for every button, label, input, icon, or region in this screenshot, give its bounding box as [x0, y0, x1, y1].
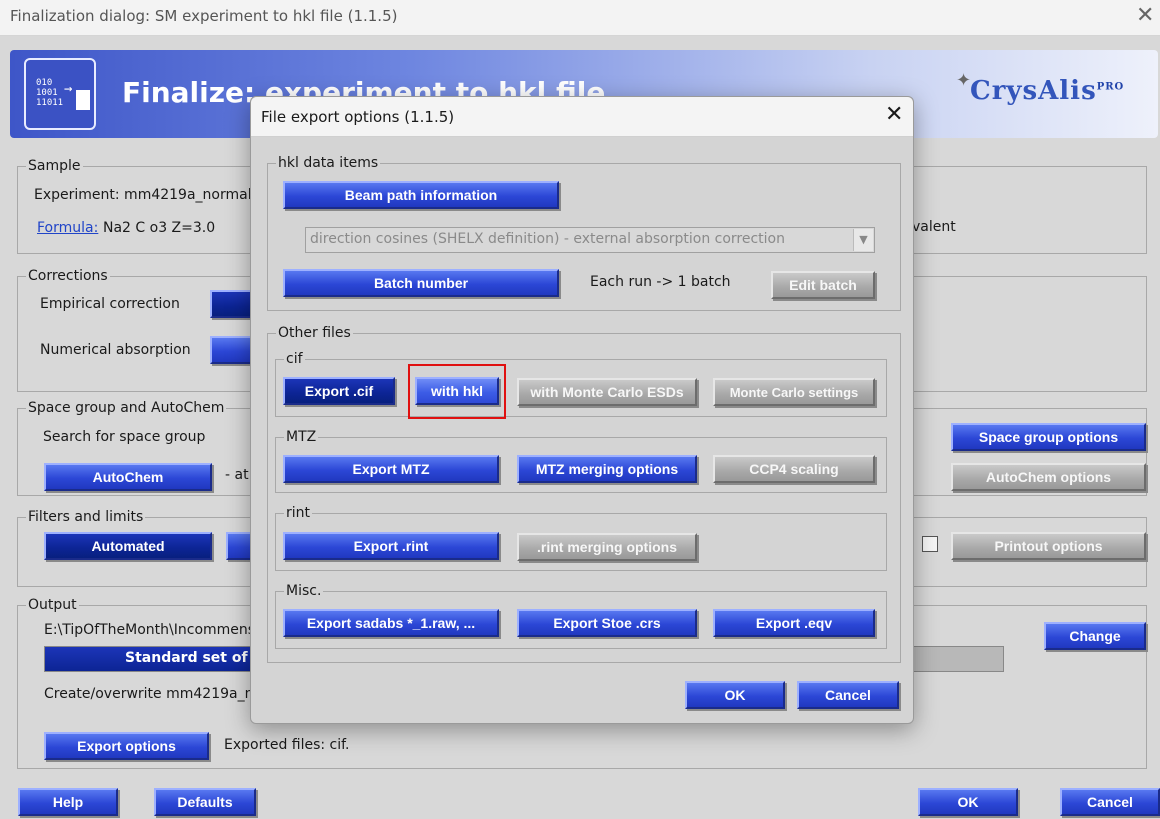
brand-sup: PRO	[1096, 81, 1125, 93]
autochem-options-button[interactable]: AutoChem options	[951, 463, 1146, 491]
autochem-button[interactable]: AutoChem	[44, 463, 212, 491]
edit-batch-button[interactable]: Edit batch	[771, 271, 875, 299]
dialog-ok-button[interactable]: OK	[685, 681, 785, 709]
window-titlebar: Finalization dialog: SM experiment to hk…	[0, 0, 1160, 36]
brand-logo: CrysAlisPRO	[970, 76, 1124, 106]
autochem-status-label: - at	[225, 467, 249, 483]
defaults-button[interactable]: Defaults	[154, 788, 256, 816]
batch-number-button[interactable]: Batch number	[283, 269, 559, 297]
brand-sparkle-icon: ✦	[956, 70, 972, 91]
filters-legend: Filters and limits	[28, 509, 144, 525]
sample-legend: Sample	[28, 158, 81, 174]
export-eqv-button[interactable]: Export .eqv	[713, 609, 875, 637]
filters-checkbox[interactable]	[922, 536, 938, 552]
equivalent-label: valent	[912, 219, 956, 235]
dialog-titlebar: File export options (1.1.5) ✕	[251, 97, 913, 137]
export-rint-button[interactable]: Export .rint	[283, 532, 499, 560]
ccp4-scaling-button[interactable]: CCP4 scaling	[713, 455, 875, 483]
dialog-close-icon[interactable]: ✕	[885, 102, 903, 127]
export-mtz-button[interactable]: Export MTZ	[283, 455, 499, 483]
ok-button[interactable]: OK	[918, 788, 1018, 816]
spacegroup-options-button[interactable]: Space group options	[951, 423, 1146, 451]
output-legend: Output	[28, 597, 77, 613]
export-cif-button[interactable]: Export .cif	[283, 377, 395, 405]
with-monte-carlo-button[interactable]: with Monte Carlo ESDs	[517, 378, 697, 406]
misc-legend: Misc.	[286, 583, 322, 599]
brand-name: CrysAlis	[970, 76, 1097, 106]
formula-link[interactable]: Formula:	[37, 220, 98, 236]
mtz-legend: MTZ	[286, 429, 317, 445]
window-title: Finalization dialog: SM experiment to hk…	[10, 7, 398, 25]
file-export-options-dialog: File export options (1.1.5) ✕ hkl data i…	[250, 96, 914, 724]
document-icon	[76, 90, 90, 110]
chevron-down-icon[interactable]: ▼	[853, 229, 873, 251]
output-path: E:\TipOfTheMonth\Incommens	[44, 622, 256, 638]
highlight-box	[408, 364, 506, 419]
numerical-absorption-label: Numerical absorption	[40, 342, 191, 358]
mtz-merging-button[interactable]: MTZ merging options	[517, 455, 697, 483]
hkl-legend: hkl data items	[278, 155, 379, 171]
empirical-correction-label: Empirical correction	[40, 296, 180, 312]
batch-status-label: Each run -> 1 batch	[590, 274, 731, 290]
create-overwrite-label: Create/overwrite mm4219a_no	[44, 686, 263, 702]
search-spacegroup-label: Search for space group	[43, 429, 206, 445]
app-logo-icon: 010 1001 11011 →	[24, 58, 96, 130]
dialog-cancel-button[interactable]: Cancel	[797, 681, 899, 709]
export-stoe-button[interactable]: Export Stoe .crs	[517, 609, 697, 637]
corrections-legend: Corrections	[28, 268, 108, 284]
rint-merging-button[interactable]: .rint merging options	[517, 533, 697, 561]
monte-carlo-settings-button[interactable]: Monte Carlo settings	[713, 378, 875, 406]
direction-cosines-value: direction cosines (SHELX definition) - e…	[310, 231, 785, 247]
dialog-title: File export options (1.1.5)	[261, 108, 455, 126]
change-button[interactable]: Change	[1044, 622, 1146, 650]
standard-set-label: Standard set of f	[125, 650, 259, 666]
rint-legend: rint	[286, 505, 311, 521]
arrow-icon: →	[64, 81, 73, 97]
window-close-icon[interactable]: ✕	[1136, 3, 1154, 28]
spacegroup-legend: Space group and AutoChem	[28, 400, 225, 416]
export-sadabs-button[interactable]: Export sadabs *_1.raw, ...	[283, 609, 499, 637]
printout-options-button[interactable]: Printout options	[951, 532, 1146, 560]
automated-button[interactable]: Automated	[44, 532, 212, 560]
cif-legend: cif	[286, 351, 303, 367]
exported-files-label: Exported files: cif.	[224, 737, 350, 753]
formula-value: Na2 C o3 Z=3.0	[103, 220, 216, 236]
help-button[interactable]: Help	[18, 788, 118, 816]
experiment-label: Experiment: mm4219a_normal	[34, 187, 252, 203]
beam-path-button[interactable]: Beam path information	[283, 181, 559, 209]
other-files-legend: Other files	[278, 325, 351, 341]
direction-cosines-select[interactable]: direction cosines (SHELX definition) - e…	[305, 227, 875, 253]
export-options-button[interactable]: Export options	[44, 732, 209, 760]
cancel-button[interactable]: Cancel	[1060, 788, 1160, 816]
